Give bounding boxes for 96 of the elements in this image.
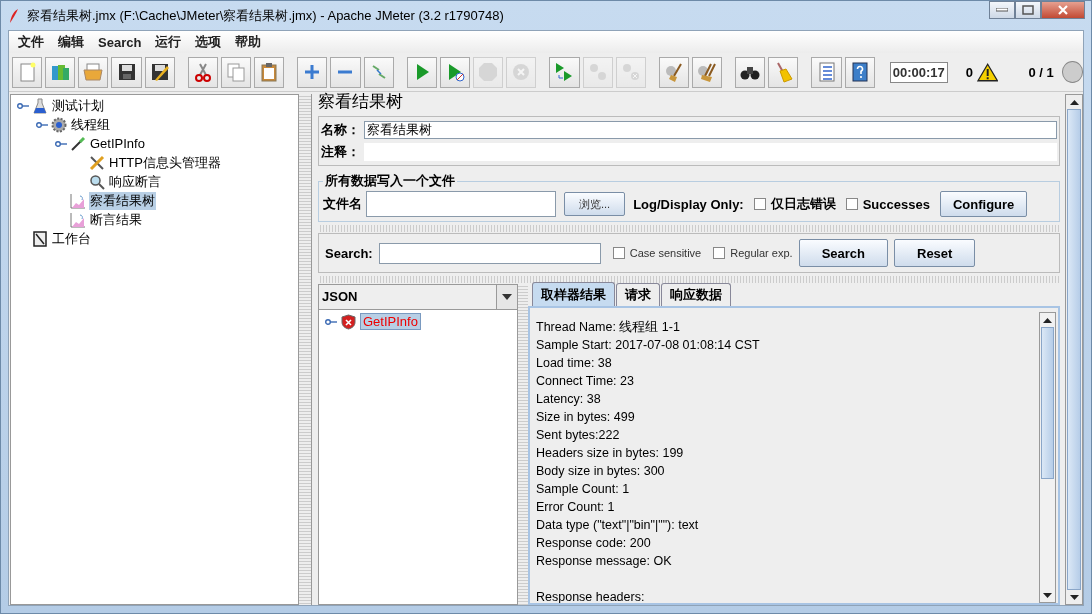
- open-folder-icon: [82, 61, 105, 83]
- elapsed-time: 00:00:17: [889, 61, 948, 83]
- tree-item[interactable]: 测试计划: [51, 96, 105, 115]
- scrollbar-thumb[interactable]: [1067, 109, 1081, 590]
- result-line: Response headers:: [536, 589, 646, 603]
- configure-button[interactable]: Configure: [939, 191, 1028, 217]
- group-title: 所有数据写入一个文件: [324, 172, 456, 190]
- scrollbar-thumb[interactable]: [1041, 327, 1054, 479]
- minimize-icon: [996, 8, 1008, 12]
- search-panel-button[interactable]: Reset: [894, 239, 976, 267]
- checkbox[interactable]: Successes: [845, 196, 930, 212]
- menu-item[interactable]: 选项: [188, 33, 229, 51]
- chart-icon: [70, 192, 86, 209]
- scroll-down-icon[interactable]: [1043, 592, 1052, 598]
- thread-count: 0 / 1: [1028, 64, 1054, 80]
- window-title: 察看结果树.jmx (F:\Cache\JMeter\察看结果树.jmx) - Apache JMeter (3.2 r1790748): [27, 6, 505, 25]
- magnifier-icon: [89, 173, 105, 190]
- tree-item[interactable]: 察看结果树: [89, 191, 156, 210]
- splitter-handle[interactable]: [518, 284, 528, 605]
- checkbox[interactable]: Regular exp.: [713, 247, 793, 259]
- result-line: Connect Time: 23: [536, 373, 635, 390]
- log-display-label: Log/Display Only:: [633, 196, 744, 212]
- result-line: Load time: 38: [536, 355, 613, 372]
- panel-title: 察看结果树: [318, 94, 404, 112]
- result-line: Sample Start: 2017-07-08 01:08:14 CST: [536, 337, 761, 354]
- menu-item[interactable]: 帮助: [228, 33, 269, 51]
- round-icon[interactable]: [1061, 61, 1083, 83]
- tree-item[interactable]: 断言结果: [89, 210, 143, 229]
- notepad-icon: [32, 230, 48, 247]
- tree-handle-icon[interactable]: [36, 120, 48, 129]
- filename-field[interactable]: [366, 191, 556, 217]
- result-line: Sample Count: 1: [536, 481, 631, 498]
- tree-handle-icon[interactable]: [55, 139, 67, 148]
- renderer-dropdown[interactable]: JSON: [319, 285, 517, 310]
- menu-item[interactable]: 运行: [148, 33, 189, 51]
- stop-icon: [477, 61, 500, 83]
- minimize-button[interactable]: [989, 1, 1015, 19]
- feather-icon: [9, 7, 19, 24]
- toolbar-button[interactable]: [735, 56, 766, 88]
- result-line: Response code: 200: [536, 535, 652, 552]
- search-panel-button[interactable]: Search: [798, 239, 888, 267]
- copy-icon: [225, 61, 247, 83]
- result-line: Latency: 38: [536, 391, 602, 408]
- menu-item[interactable]: Search: [91, 34, 149, 50]
- tab[interactable]: 取样器结果: [532, 282, 615, 306]
- tab[interactable]: 响应数据: [661, 283, 731, 306]
- brooms-gear-icon: [696, 61, 719, 83]
- toolbar-button[interactable]: [844, 56, 875, 88]
- result-line: Data type ("text"|"bin"|""): text: [536, 517, 700, 534]
- tree-handle-icon[interactable]: [325, 317, 337, 326]
- checkbox[interactable]: Case sensitive: [612, 247, 702, 259]
- warning-count: 0: [965, 64, 974, 80]
- tree-item[interactable]: 响应断言: [108, 172, 162, 191]
- result-line: Body size in bytes: 300: [536, 463, 666, 480]
- tree-item[interactable]: 工作台: [51, 229, 92, 248]
- menu-item[interactable]: 编辑: [51, 33, 91, 51]
- menu-item[interactable]: 文件: [11, 33, 51, 51]
- tree-item[interactable]: GetIPInfo: [89, 136, 146, 151]
- splitter-handle[interactable]: [318, 276, 1060, 283]
- toolbar-button[interactable]: [144, 56, 175, 88]
- close-button[interactable]: [1041, 1, 1085, 19]
- error-shield-icon: [341, 313, 356, 330]
- name-field[interactable]: 察看结果树: [364, 121, 1057, 139]
- result-line: Sent bytes:222: [536, 427, 621, 444]
- result-line: Response message: OK: [536, 553, 673, 570]
- splitter-handle[interactable]: [318, 225, 1060, 232]
- maximize-icon: [1022, 5, 1034, 15]
- scroll-up-icon[interactable]: [1043, 317, 1052, 323]
- maximize-button[interactable]: [1015, 1, 1041, 19]
- chart-icon: [70, 211, 86, 228]
- result-line: Error Count: 1: [536, 499, 616, 516]
- result-line: Headers size in bytes: 199: [536, 445, 685, 462]
- close-icon: [1057, 5, 1069, 15]
- splitter-handle[interactable]: [299, 94, 311, 605]
- flask-icon: [32, 97, 48, 114]
- scroll-up-icon[interactable]: [1069, 99, 1079, 105]
- result-line: Size in bytes: 499: [536, 409, 636, 426]
- name-label: 名称：: [321, 121, 360, 139]
- filename-label: 文件名: [323, 195, 362, 213]
- tree-item[interactable]: HTTP信息头管理器: [108, 153, 222, 172]
- dropper-icon: [70, 135, 86, 152]
- warning-icon[interactable]: [977, 62, 999, 82]
- tools-icon: [89, 154, 105, 171]
- caret-icon: [502, 294, 512, 300]
- search-field[interactable]: [378, 242, 601, 264]
- tab[interactable]: 请求: [616, 283, 660, 306]
- browse-button[interactable]: 浏览...: [564, 192, 626, 216]
- gear-icon: [51, 116, 67, 133]
- checkbox[interactable]: 仅日志错误: [753, 195, 836, 213]
- toolbar-button[interactable]: [111, 56, 142, 88]
- result-line: Thread Name: 线程组 1-1: [536, 319, 681, 336]
- tree-handle-icon[interactable]: [17, 101, 29, 110]
- search-label: Search:: [325, 245, 373, 261]
- tree-item[interactable]: 线程组: [70, 115, 111, 134]
- comment-label: 注释：: [321, 143, 360, 161]
- scroll-down-icon[interactable]: [1069, 594, 1079, 600]
